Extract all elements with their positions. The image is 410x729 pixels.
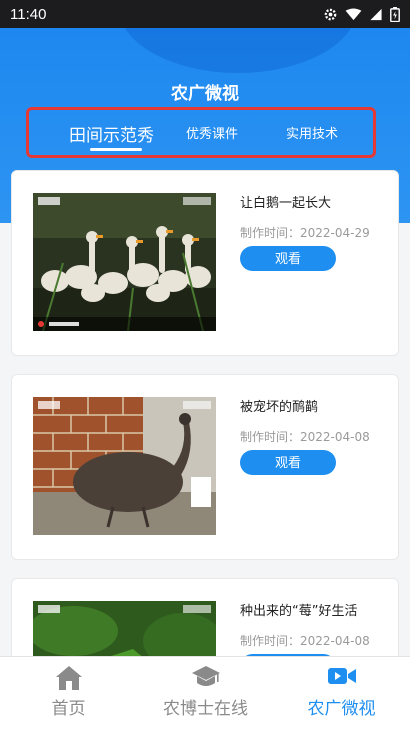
video-title[interactable]: 让白鹅一起长大	[240, 192, 331, 211]
video-thumbnail[interactable]	[33, 193, 216, 331]
video-date: 制作时间：2022-04-29	[240, 226, 370, 240]
nav-label: 农广微视	[307, 699, 376, 719]
nav-item-expert-online[interactable]: 农博士在线	[137, 657, 274, 729]
battery-icon	[390, 6, 400, 22]
page-title: 农广微视	[171, 84, 239, 104]
nav-label: 首页	[51, 699, 86, 719]
tab-field-demo[interactable]: 田间示范秀	[69, 121, 154, 151]
nav-item-home[interactable]: 首页	[0, 657, 137, 729]
nav-label: 农博士在线	[163, 699, 248, 719]
video-thumbnail[interactable]	[33, 397, 216, 535]
header-decoration	[118, 28, 358, 73]
status-time: 11:40	[10, 5, 47, 23]
tab-label: 田间示范秀	[69, 126, 154, 146]
video-card[interactable]: 被宠坏的鸸鹋 制作时间：2022-04-08 观看	[11, 374, 399, 560]
video-card[interactable]: 种出来的“莓”好生活 制作时间：2022-04-08 观看	[11, 578, 399, 656]
video-date: 制作时间：2022-04-08	[240, 634, 370, 648]
status-icons	[323, 6, 400, 22]
signal-icon	[370, 8, 382, 20]
video-title[interactable]: 种出来的“莓”好生活	[240, 600, 357, 619]
strawberry-thumbnail	[33, 601, 216, 656]
category-tabs: 田间示范秀 优秀课件 实用技术	[26, 107, 376, 158]
tab-label: 实用技术	[286, 127, 339, 142]
video-thumbnail[interactable]	[33, 601, 216, 656]
video-card[interactable]: 让白鹅一起长大 制作时间：2022-04-29 观看	[11, 170, 399, 356]
status-bar: 11:40	[0, 0, 410, 28]
geese-thumbnail	[33, 193, 216, 331]
emu-thumbnail	[33, 397, 216, 535]
active-tab-indicator	[90, 148, 142, 151]
tab-courseware[interactable]: 优秀课件	[186, 123, 238, 142]
settings-icon	[324, 8, 337, 20]
watch-button[interactable]: 观看	[240, 450, 336, 475]
video-camera-icon	[327, 668, 356, 684]
home-icon	[55, 666, 82, 690]
tab-practical-tech[interactable]: 实用技术	[286, 123, 338, 142]
tab-label: 优秀课件	[186, 127, 239, 142]
video-title[interactable]: 被宠坏的鸸鹋	[240, 396, 318, 415]
wifi-icon	[345, 7, 362, 20]
nav-item-micro-video[interactable]: 农广微视	[273, 657, 410, 729]
bottom-nav: 首页 农博士在线 农广微视	[0, 656, 410, 729]
graduation-cap-icon	[191, 666, 220, 686]
video-list[interactable]: 让白鹅一起长大 制作时间：2022-04-29 观看 被宠坏的鸸鹋 制作时间：2…	[0, 170, 410, 656]
video-date: 制作时间：2022-04-08	[240, 430, 370, 444]
watch-button[interactable]: 观看	[240, 246, 336, 271]
